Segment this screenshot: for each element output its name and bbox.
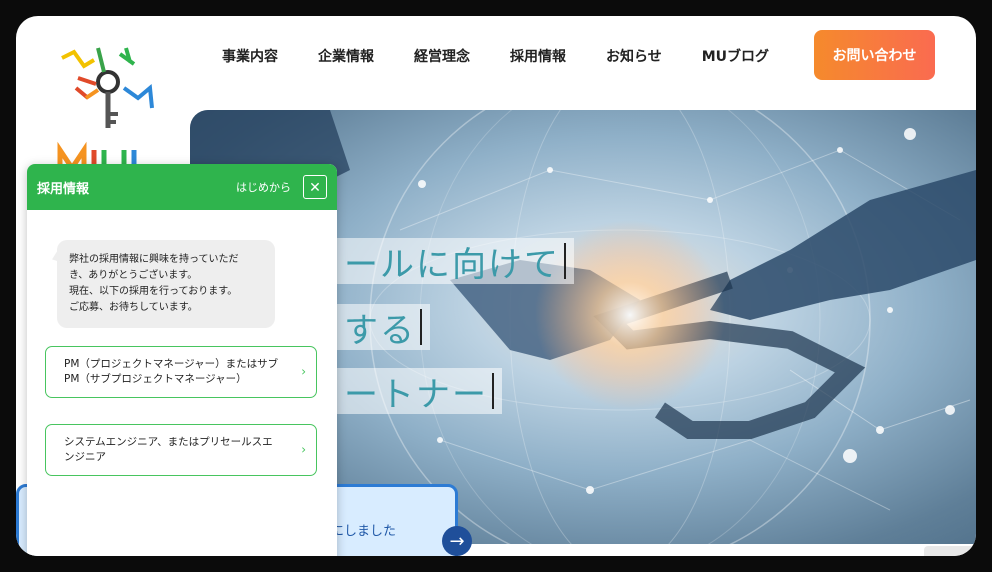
hero-tagline-line-1: ールに向けて [336, 238, 574, 285]
option-line: ンジニア [64, 451, 106, 463]
chatbot-option-pm[interactable]: PM（プロジェクトマネージャー）またはサブ PM（サブプロジェクトマネージャー）… [45, 346, 317, 398]
chatbot-option-se[interactable]: システムエンジニア、またはプリセールスエ ンジニア › [45, 424, 317, 476]
chatbot-body: 弊社の採用情報に興味を持っていただ き、ありがとうございます。 現在、以下の採用… [27, 210, 337, 556]
chevron-right-icon: › [301, 442, 306, 457]
nav-blog[interactable]: MUブログ [702, 46, 769, 66]
arrow-right-icon[interactable]: → [442, 526, 472, 556]
typing-caret [492, 373, 494, 409]
close-icon[interactable]: ✕ [303, 175, 327, 199]
chatbot-title: 採用情報 [37, 181, 90, 197]
contact-button[interactable]: お問い合わせ [814, 30, 935, 80]
message-line: き、ありがとうございます。 [69, 270, 198, 281]
chatbot-header: 採用情報 はじめから ✕ [27, 164, 337, 210]
option-line: PM（プロジェクトマネージャー）またはサブ [64, 358, 279, 370]
option-line: PM（サブプロジェクトマネージャー） [64, 373, 247, 385]
message-line: 現在、以下の採用を行っております。 [69, 286, 238, 297]
message-line: 弊社の採用情報に興味を持っていただ [69, 254, 239, 265]
nav-company[interactable]: 企業情報 [318, 46, 374, 66]
chatbot-message-bubble: 弊社の採用情報に興味を持っていただ き、ありがとうございます。 現在、以下の採用… [57, 240, 275, 328]
nav-philosophy[interactable]: 経営理念 [414, 46, 470, 66]
nav-news[interactable]: お知らせ [606, 46, 662, 66]
recaptcha-badge [924, 546, 976, 556]
message-line: ご応募、お待ちしています。 [69, 302, 198, 313]
typing-caret [420, 309, 422, 345]
typing-caret [564, 243, 566, 279]
hero-tagline-line-3: ートナー [336, 368, 502, 415]
hero-tagline-text: ートナー [344, 374, 488, 415]
nav-business[interactable]: 事業内容 [222, 46, 278, 66]
browser-viewport: 事業内容 企業情報 経営理念 採用情報 お知らせ MUブログ お問い合わせ ール… [16, 16, 976, 556]
chevron-right-icon: › [301, 364, 306, 379]
option-line: システムエンジニア、またはプリセールスエ [64, 436, 273, 448]
hero-tagline-text: する [344, 310, 416, 351]
nav-recruit[interactable]: 採用情報 [510, 46, 566, 66]
main-nav: 事業内容 企業情報 経営理念 採用情報 お知らせ MUブログ [222, 46, 769, 66]
chatbot-restart-link[interactable]: はじめから [236, 179, 291, 195]
chatbot-panel: 採用情報 はじめから ✕ 弊社の採用情報に興味を持っていただ き、ありがとうござ… [27, 164, 337, 556]
hero-tagline-text: ールに向けて [344, 244, 560, 285]
hero-tagline-line-2: する [336, 304, 430, 351]
